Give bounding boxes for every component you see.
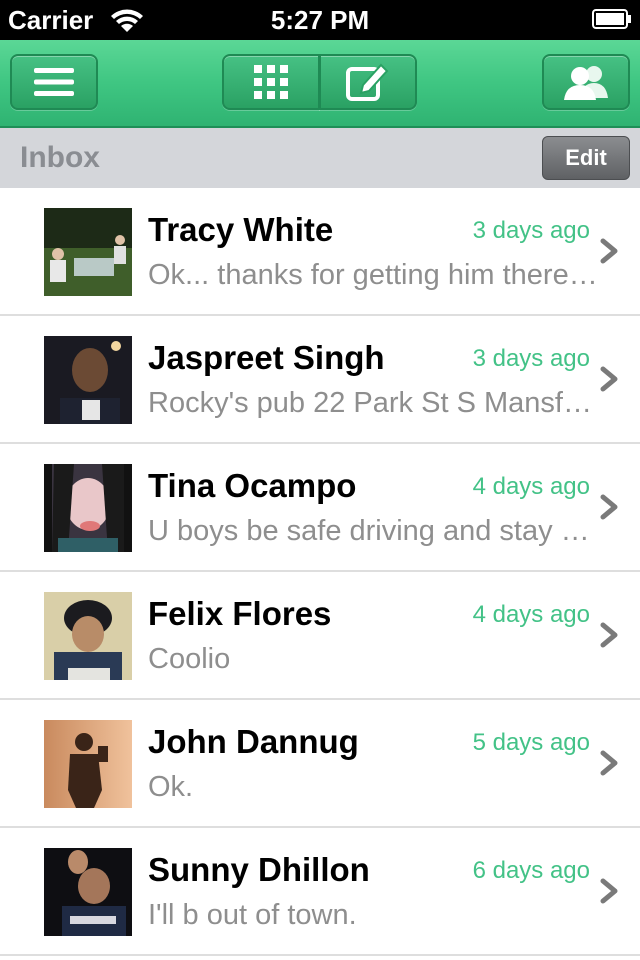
menu-icon (34, 68, 74, 96)
message-time: 4 days ago (472, 473, 590, 500)
compose-button[interactable] (319, 54, 417, 110)
chevron-right-icon (600, 622, 618, 648)
avatar (44, 464, 132, 552)
sender-name: Tina Ocampo (148, 467, 357, 504)
message-preview: I'll b out of town. (148, 899, 357, 931)
chevron-right-icon (600, 366, 618, 392)
compose-icon (346, 63, 389, 101)
chevron-right-icon (600, 238, 618, 264)
message-row[interactable]: Jaspreet Singh 3 days ago Rocky's pub 22… (0, 316, 640, 444)
sender-name: Sunny Dhillon (148, 851, 370, 888)
message-preview: Ok... thanks for getting him there safe (148, 259, 598, 291)
avatar (44, 848, 132, 936)
message-time: 4 days ago (472, 601, 590, 628)
sender-name: John Dannug (148, 723, 359, 760)
message-preview: Coolio (148, 643, 231, 675)
sender-name: Felix Flores (148, 595, 332, 632)
message-time: 5 days ago (472, 729, 590, 756)
message-list: Tracy White 3 days ago Ok... thanks for … (0, 188, 640, 956)
message-row[interactable]: Tina Ocampo 4 days ago U boys be safe dr… (0, 444, 640, 572)
message-preview: Rocky's pub 22 Park St S Mansfield (148, 387, 598, 419)
avatar (44, 720, 132, 808)
contacts-icon (564, 66, 608, 100)
inbox-header: Inbox Edit (0, 128, 640, 188)
chevron-right-icon (600, 878, 618, 904)
grid-icon (254, 65, 288, 99)
battery-icon (592, 9, 632, 29)
message-time: 3 days ago (472, 217, 590, 244)
message-time: 6 days ago (472, 857, 590, 884)
edit-button[interactable]: Edit (542, 136, 630, 180)
message-row[interactable]: John Dannug 5 days ago Ok. (0, 700, 640, 828)
chevron-right-icon (600, 750, 618, 776)
page-title: Inbox (20, 141, 100, 174)
clock: 5:27 PM (270, 5, 370, 35)
message-row[interactable]: Tracy White 3 days ago Ok... thanks for … (0, 188, 640, 316)
sender-name: Jaspreet Singh (148, 339, 385, 376)
message-row[interactable]: Felix Flores 4 days ago Coolio (0, 572, 640, 700)
chevron-right-icon (600, 494, 618, 520)
menu-button[interactable] (10, 54, 98, 110)
message-preview: Ok. (148, 771, 194, 803)
message-row[interactable]: Sunny Dhillon 6 days ago I'll b out of t… (0, 828, 640, 956)
navigation-bar (0, 40, 640, 128)
sender-name: Tracy White (148, 211, 334, 248)
avatar (44, 208, 132, 296)
contacts-button[interactable] (542, 54, 630, 110)
avatar (44, 592, 132, 680)
avatar (44, 336, 132, 424)
message-time: 3 days ago (472, 345, 590, 372)
message-preview: U boys be safe driving and stay warm (148, 515, 598, 547)
apps-grid-button[interactable] (222, 54, 320, 110)
status-bar: Carrier 5:27 PM (0, 0, 640, 40)
